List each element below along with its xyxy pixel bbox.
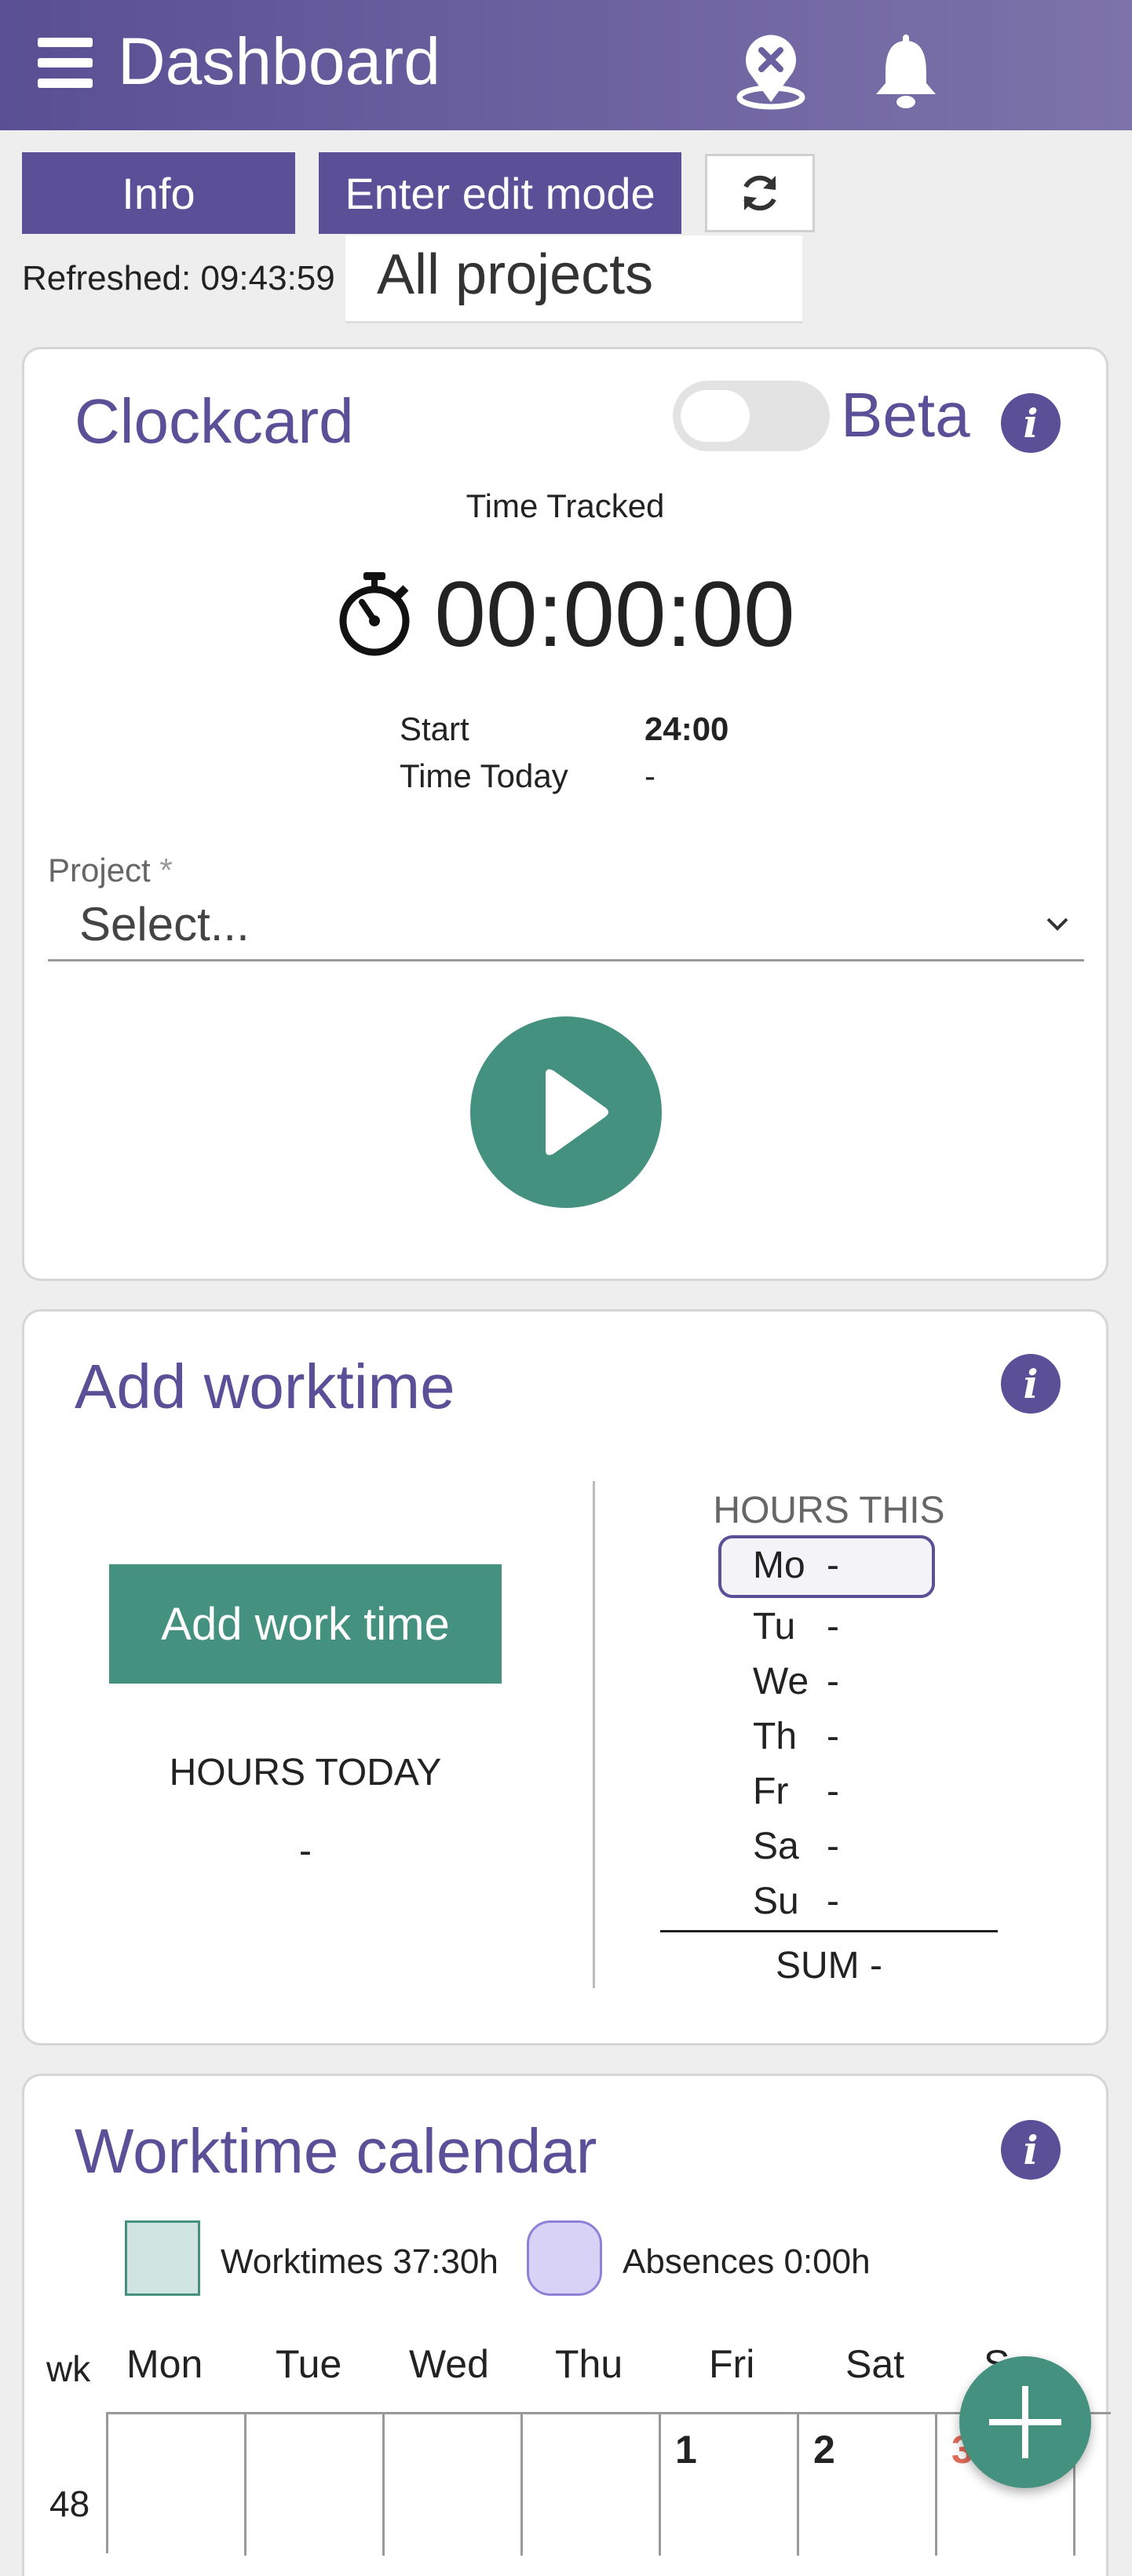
day-header-thu: Thu <box>555 2342 623 2386</box>
stopwatch-icon <box>339 572 410 656</box>
date-number: 1 <box>675 2428 697 2472</box>
day-label: We <box>753 1661 809 1702</box>
time-today-label: Time Today <box>400 757 568 794</box>
project-label-text: Project <box>48 852 151 888</box>
day-label: Mo <box>753 1545 805 1586</box>
calendar-day-cell[interactable] <box>108 2414 246 2556</box>
start-label: Start <box>400 710 469 747</box>
day-value: - <box>827 1881 839 1922</box>
date-number: 2 <box>813 2428 835 2472</box>
day-row-su: Su - <box>753 1880 839 1936</box>
chevron-down-icon <box>1046 918 1068 931</box>
day-value: - <box>827 1545 839 1586</box>
day-label: Sa <box>753 1826 799 1867</box>
project-filter-select[interactable]: All projects <box>345 235 802 323</box>
week-number: 48 <box>49 2483 90 2524</box>
refresh-button[interactable] <box>705 154 815 232</box>
refreshed-timestamp: Refreshed: 09:43:59 <box>22 259 335 297</box>
location-pin-icon[interactable] <box>732 31 810 110</box>
calendar-title: Worktime calendar <box>75 2116 597 2186</box>
day-header-tue: Tue <box>276 2342 342 2386</box>
time-today-value: - <box>645 757 655 794</box>
timer-value: 00:00:00 <box>434 563 795 666</box>
day-header-sat: Sat <box>845 2342 905 2386</box>
week-column-header: wk <box>46 2348 91 2389</box>
day-label: Th <box>753 1716 798 1757</box>
day-header-wed: Wed <box>409 2342 489 2386</box>
edit-mode-button[interactable]: Enter edit mode <box>319 152 681 234</box>
beta-label: Beta <box>841 380 970 450</box>
refresh-icon <box>743 175 776 211</box>
day-row-sa: Sa - <box>753 1825 839 1881</box>
hours-today-label: HOURS TODAY <box>169 1752 442 1793</box>
beta-toggle[interactable] <box>673 381 830 451</box>
page-title: Dashboard <box>118 24 440 98</box>
worktimes-legend-swatch <box>125 2220 200 2296</box>
start-timer-button[interactable] <box>470 1016 662 1208</box>
absences-legend-label: Absences 0:00h <box>623 2242 871 2281</box>
bell-icon[interactable] <box>867 31 945 110</box>
add-worktime-card: Add worktime i Add work time HOURS TODAY… <box>22 1309 1108 2045</box>
required-mark: * <box>159 852 173 888</box>
day-label: Fr <box>753 1771 789 1812</box>
start-value: 24:00 <box>645 710 729 747</box>
clockcard-title: Clockcard <box>75 386 354 456</box>
day-label: Su <box>753 1881 799 1922</box>
info-icon[interactable]: i <box>1001 393 1061 453</box>
absences-legend-swatch <box>527 2220 602 2296</box>
add-fab-button[interactable] <box>959 2356 1091 2488</box>
add-work-time-button[interactable]: Add work time <box>109 1564 502 1684</box>
divider <box>593 1481 595 1988</box>
day-header-fri: Fri <box>709 2342 755 2386</box>
worktimes-legend-label: Worktimes 37:30h <box>221 2242 498 2281</box>
calendar-day-cell[interactable] <box>246 2414 385 2556</box>
info-icon[interactable]: i <box>1001 2120 1061 2180</box>
day-row-tu: Tu - <box>753 1605 839 1662</box>
day-row-mo: Mo - <box>753 1544 839 1600</box>
calendar-day-cell[interactable] <box>385 2414 523 2556</box>
day-header-mon: Mon <box>126 2342 203 2386</box>
day-value: - <box>827 1661 839 1702</box>
plus-icon <box>989 2386 1061 2458</box>
info-button[interactable]: Info <box>22 152 295 234</box>
timer-row: 00:00:00 <box>24 561 1106 668</box>
play-icon <box>546 1069 608 1155</box>
day-label: Tu <box>753 1606 796 1647</box>
menu-icon[interactable] <box>38 35 94 91</box>
day-row-fr: Fr - <box>753 1770 839 1826</box>
add-worktime-title: Add worktime <box>75 1352 455 1421</box>
day-value: - <box>827 1771 839 1812</box>
sum-divider <box>660 1930 998 1932</box>
week-sum: SUM - <box>776 1945 882 1987</box>
day-value: - <box>827 1716 839 1757</box>
project-field-label: Project * <box>48 852 173 889</box>
calendar-day-cell[interactable]: 1 <box>661 2414 799 2556</box>
time-tracked-label: Time Tracked <box>466 487 665 524</box>
day-value: - <box>827 1606 839 1647</box>
project-select[interactable]: Select... <box>48 891 1084 961</box>
project-select-placeholder: Select... <box>79 898 250 950</box>
calendar-day-cell[interactable]: 2 <box>799 2414 937 2556</box>
calendar-day-cell[interactable] <box>523 2414 661 2556</box>
top-bar: Dashboard <box>0 0 1132 130</box>
hours-today-value: - <box>299 1830 312 1872</box>
worktime-calendar-card: Worktime calendar i Worktimes 37:30h Abs… <box>22 2074 1111 2576</box>
day-value: - <box>827 1826 839 1867</box>
clockcard-card: Clockcard Beta i Time Tracked 00:00:00 S… <box>22 347 1108 1281</box>
info-icon[interactable]: i <box>1001 1354 1061 1414</box>
day-row-th: Th - <box>753 1715 839 1771</box>
day-row-we: We - <box>753 1660 839 1717</box>
